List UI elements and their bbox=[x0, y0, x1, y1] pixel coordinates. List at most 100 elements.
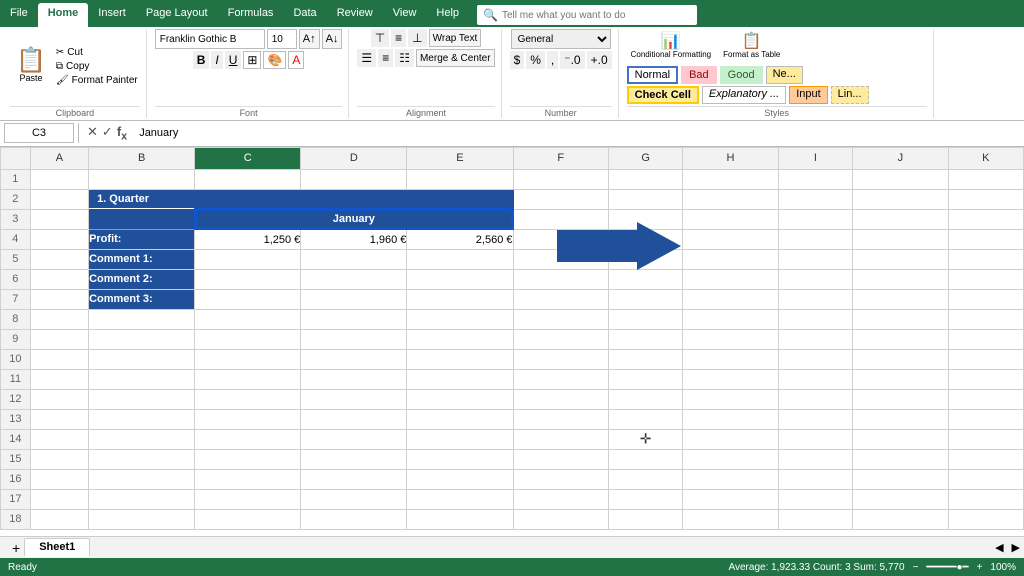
tab-help[interactable]: Help bbox=[426, 3, 469, 27]
col-head-i[interactable]: I bbox=[778, 147, 852, 169]
cell-k7[interactable] bbox=[948, 289, 1023, 309]
col-head-k[interactable]: K bbox=[948, 147, 1023, 169]
insert-function-icon[interactable]: fx bbox=[117, 124, 127, 143]
style-normal[interactable]: Normal bbox=[627, 66, 678, 84]
cell-j5[interactable] bbox=[853, 249, 949, 269]
cell-i6[interactable] bbox=[778, 269, 852, 289]
cell-c3-january[interactable]: January bbox=[195, 209, 513, 229]
zoom-in-button[interactable]: + bbox=[977, 562, 983, 573]
number-format-select[interactable]: General Number Currency bbox=[511, 29, 611, 49]
cell-h6[interactable] bbox=[683, 269, 779, 289]
cell-b3[interactable] bbox=[89, 209, 195, 229]
format-painter-button[interactable]: 🖌 Format Painter bbox=[54, 74, 140, 87]
cell-b4-profit[interactable]: Profit: bbox=[89, 229, 195, 249]
col-head-d[interactable]: D bbox=[301, 147, 407, 169]
cell-k3[interactable] bbox=[948, 209, 1023, 229]
fill-color-button[interactable]: 🎨 bbox=[263, 51, 286, 69]
col-head-e[interactable]: E bbox=[407, 147, 513, 169]
cell-f4[interactable] bbox=[513, 229, 609, 249]
tab-file[interactable]: File bbox=[0, 3, 38, 27]
style-explanatory[interactable]: Explanatory ... bbox=[702, 86, 786, 104]
scroll-right-button[interactable]: ▶ bbox=[1008, 541, 1024, 554]
cell-i3[interactable] bbox=[778, 209, 852, 229]
zoom-out-button[interactable]: − bbox=[913, 562, 919, 573]
style-check-cell[interactable]: Check Cell bbox=[627, 86, 699, 104]
cell-g1[interactable] bbox=[609, 169, 683, 189]
cell-f3[interactable] bbox=[513, 209, 609, 229]
cell-c6[interactable] bbox=[195, 269, 301, 289]
tab-view[interactable]: View bbox=[383, 3, 427, 27]
name-box[interactable] bbox=[4, 123, 74, 143]
tab-insert[interactable]: Insert bbox=[88, 3, 136, 27]
cell-b7-comment3[interactable]: Comment 3: bbox=[89, 289, 195, 309]
cell-k1[interactable] bbox=[948, 169, 1023, 189]
increase-decimal-button[interactable]: +.0 bbox=[587, 51, 612, 69]
italic-button[interactable]: I bbox=[211, 51, 222, 69]
align-center-button[interactable]: ≡ bbox=[378, 49, 393, 67]
cell-i5[interactable] bbox=[778, 249, 852, 269]
font-size-input[interactable] bbox=[267, 29, 297, 49]
cell-j4[interactable] bbox=[853, 229, 949, 249]
cell-b5-comment1[interactable]: Comment 1: bbox=[89, 249, 195, 269]
align-bottom-button[interactable]: ⊥ bbox=[408, 29, 426, 47]
cell-h3[interactable] bbox=[683, 209, 779, 229]
format-as-table-button[interactable]: 📋 Format as Table bbox=[719, 29, 784, 62]
cell-b6-comment2[interactable]: Comment 2: bbox=[89, 269, 195, 289]
cell-g6[interactable] bbox=[609, 269, 683, 289]
cell-e7[interactable] bbox=[407, 289, 513, 309]
cell-k5[interactable] bbox=[948, 249, 1023, 269]
cell-f7[interactable] bbox=[513, 289, 609, 309]
cell-i1[interactable] bbox=[778, 169, 852, 189]
col-head-g[interactable]: G bbox=[609, 147, 683, 169]
cell-c4-profit[interactable]: 1,250 € bbox=[195, 229, 301, 249]
col-head-b[interactable]: B bbox=[89, 147, 195, 169]
align-middle-button[interactable]: ≡ bbox=[391, 29, 406, 47]
cell-i4[interactable] bbox=[778, 229, 852, 249]
cell-h2[interactable] bbox=[683, 189, 779, 209]
cell-e5[interactable] bbox=[407, 249, 513, 269]
cell-a2[interactable] bbox=[30, 189, 88, 209]
cell-a3[interactable] bbox=[30, 209, 88, 229]
confirm-formula-icon[interactable]: ✓ bbox=[102, 124, 113, 143]
cell-g3[interactable] bbox=[609, 209, 683, 229]
bold-button[interactable]: B bbox=[193, 51, 210, 69]
scroll-left-button[interactable]: ◀ bbox=[991, 541, 1007, 554]
cell-c7[interactable] bbox=[195, 289, 301, 309]
col-head-j[interactable]: J bbox=[853, 147, 949, 169]
align-left-button[interactable]: ☰ bbox=[357, 49, 376, 67]
copy-button[interactable]: ⧉ Copy bbox=[54, 60, 140, 73]
comma-button[interactable]: , bbox=[547, 51, 558, 69]
tab-review[interactable]: Review bbox=[327, 3, 383, 27]
cell-c1[interactable] bbox=[195, 169, 301, 189]
paste-button[interactable]: 📋 Paste bbox=[10, 47, 52, 85]
cell-k6[interactable] bbox=[948, 269, 1023, 289]
cell-d7[interactable] bbox=[301, 289, 407, 309]
cell-h4[interactable] bbox=[683, 229, 779, 249]
cell-a6[interactable] bbox=[30, 269, 88, 289]
cell-f1[interactable] bbox=[513, 169, 609, 189]
col-head-c[interactable]: C bbox=[195, 147, 301, 169]
cell-e4-profit[interactable]: 2,560 € bbox=[407, 229, 513, 249]
cell-a5[interactable] bbox=[30, 249, 88, 269]
conditional-formatting-button[interactable]: 📊 Conditional Formatting bbox=[627, 29, 715, 62]
cell-g5[interactable] bbox=[609, 249, 683, 269]
currency-button[interactable]: $ bbox=[510, 51, 525, 69]
align-right-button[interactable]: ☷ bbox=[395, 49, 414, 67]
cell-i7[interactable] bbox=[778, 289, 852, 309]
cell-g7[interactable] bbox=[609, 289, 683, 309]
zoom-slider[interactable]: ━━━━━●━ bbox=[926, 562, 968, 573]
add-sheet-button[interactable]: + bbox=[8, 540, 24, 556]
cell-j6[interactable] bbox=[853, 269, 949, 289]
decrease-decimal-button[interactable]: ⁻.0 bbox=[560, 51, 584, 69]
font-color-button[interactable]: A bbox=[288, 51, 304, 69]
cell-h1[interactable] bbox=[683, 169, 779, 189]
col-head-h[interactable]: H bbox=[683, 147, 779, 169]
align-top-button[interactable]: ⊤ bbox=[371, 29, 389, 47]
cell-h5[interactable] bbox=[683, 249, 779, 269]
wrap-text-button[interactable]: Wrap Text bbox=[429, 29, 482, 47]
font-name-input[interactable] bbox=[155, 29, 265, 49]
tab-data[interactable]: Data bbox=[283, 3, 326, 27]
cell-e6[interactable] bbox=[407, 269, 513, 289]
cell-d4-profit[interactable]: 1,960 € bbox=[301, 229, 407, 249]
cell-i2[interactable] bbox=[778, 189, 852, 209]
